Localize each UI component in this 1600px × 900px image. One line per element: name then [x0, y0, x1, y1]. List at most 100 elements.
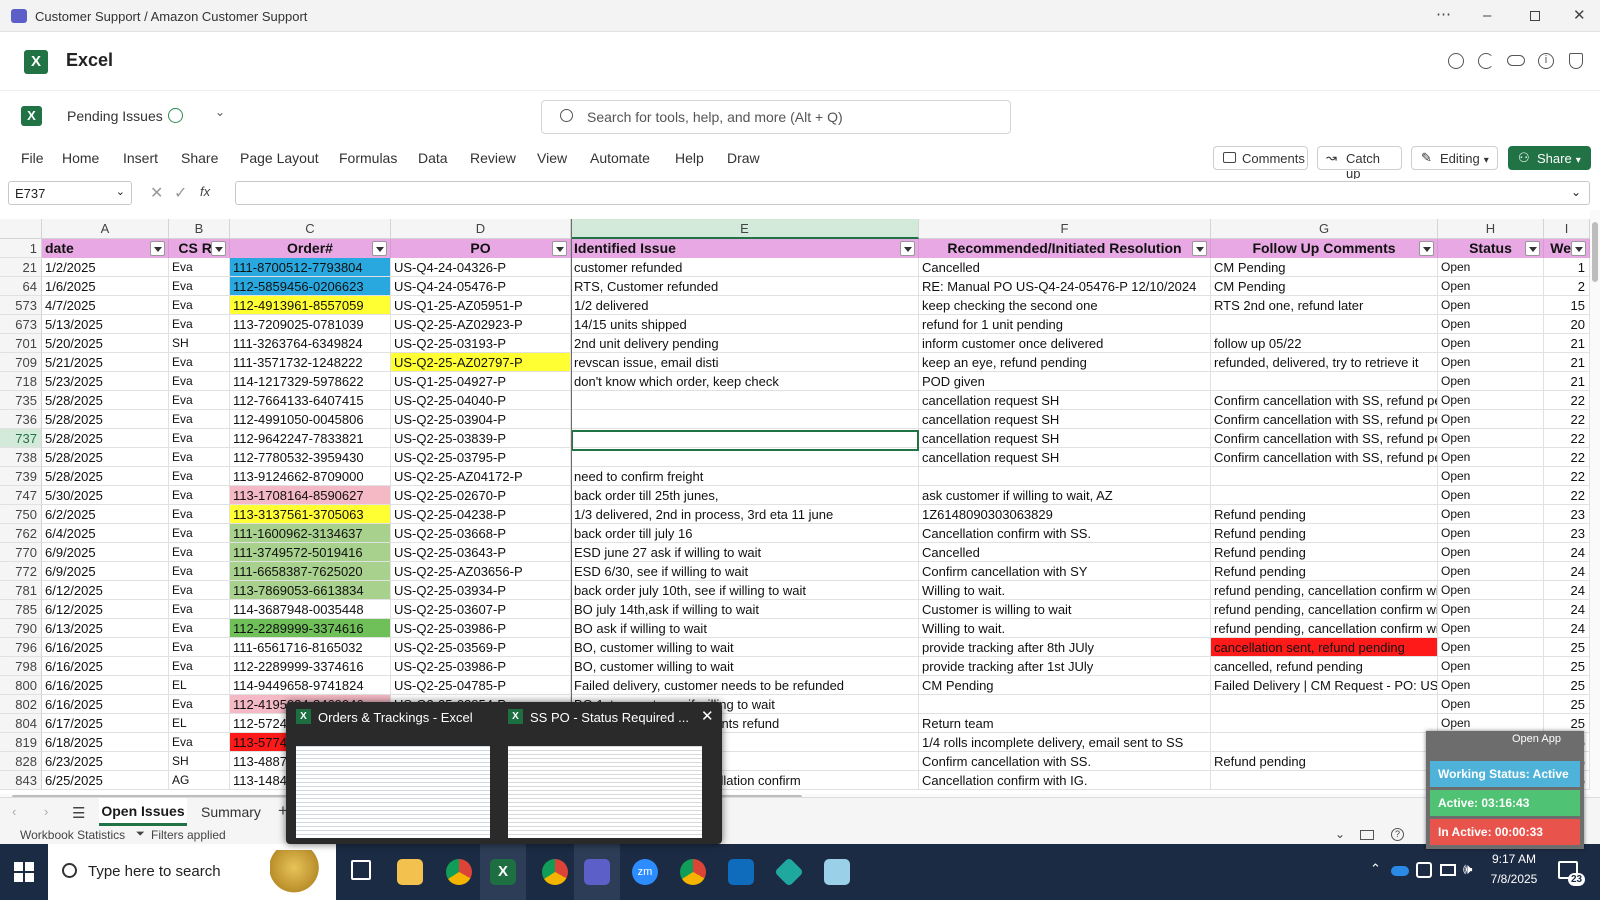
chevron-down-icon[interactable]: ⌄	[215, 105, 225, 119]
table-cell[interactable]: 6/16/2025	[42, 695, 169, 714]
table-cell[interactable]: SH	[169, 752, 230, 771]
table-cell[interactable]: BO, customer willing to wait	[571, 657, 919, 676]
table-cell[interactable]: 24	[1544, 581, 1590, 600]
insert-function-icon[interactable]: fx	[200, 184, 210, 199]
table-cell[interactable]: 24	[1544, 543, 1590, 562]
table-cell[interactable]: US-Q2-25-03607-P	[391, 600, 571, 619]
table-cell[interactable]: Open	[1438, 296, 1544, 315]
table-cell[interactable]: back order till 25th junes,	[571, 486, 919, 505]
column-header-a[interactable]: A	[42, 219, 169, 239]
table-cell[interactable]	[1211, 733, 1438, 752]
vertical-scroll-thumb[interactable]	[1592, 222, 1598, 282]
table-cell[interactable]: US-Q1-25-AZ05951-P	[391, 296, 571, 315]
table-cell[interactable]	[1211, 372, 1438, 391]
table-cell[interactable]: 113-1708164-8590627	[230, 486, 391, 505]
table-cell[interactable]: customer refunded	[571, 258, 919, 277]
table-cell[interactable]: BO ask if willing to wait	[571, 619, 919, 638]
filter-dropdown-icon[interactable]	[1419, 241, 1434, 256]
filter-dropdown-icon[interactable]	[1525, 241, 1540, 256]
table-cell[interactable]: RTS, Customer refunded	[571, 277, 919, 296]
table-cell[interactable]: US-Q2-25-03986-P	[391, 657, 571, 676]
table-cell[interactable]: 5/28/2025	[42, 429, 169, 448]
table-cell[interactable]: US-Q4-24-04326-P	[391, 258, 571, 277]
minimize-icon[interactable]: –	[1483, 7, 1491, 24]
table-cell[interactable]: 1/4 rolls incomplete delivery, email sen…	[919, 733, 1211, 752]
table-cell[interactable]: US-Q2-25-03795-P	[391, 448, 571, 467]
table-cell[interactable]: AG	[169, 771, 230, 790]
table-cell[interactable]: US-Q2-25-02670-P	[391, 486, 571, 505]
table-cell[interactable]: Customer is willing to wait	[919, 600, 1211, 619]
next-sheet-icon[interactable]: ›	[44, 804, 48, 819]
table-cell[interactable]	[1211, 315, 1438, 334]
menu-file[interactable]: File	[21, 150, 44, 166]
table-cell[interactable]: RTS 2nd one, refund later	[1211, 296, 1438, 315]
table-cell[interactable]: CM Pending	[919, 676, 1211, 695]
table-cell[interactable]: 111-6658387-7625020	[230, 562, 391, 581]
table-cell[interactable]: US-Q2-25-03643-P	[391, 543, 571, 562]
table-cell[interactable]: Open	[1438, 410, 1544, 429]
table-cell[interactable]: CM Pending	[1211, 277, 1438, 296]
table-cell[interactable]: Eva	[169, 581, 230, 600]
table-cell[interactable]: cancellation request SH	[919, 391, 1211, 410]
row-header[interactable]: 21	[0, 258, 42, 277]
table-cell[interactable]: Open	[1438, 600, 1544, 619]
sheet-tab-open-issues[interactable]: Open Issues	[99, 798, 187, 826]
chevron-down-icon[interactable]: ⌄	[1335, 827, 1345, 841]
preview-thumbnail-1[interactable]	[296, 746, 490, 838]
filter-dropdown-icon[interactable]	[372, 241, 387, 256]
filter-dropdown-icon[interactable]	[1192, 241, 1207, 256]
link-icon[interactable]	[1507, 55, 1525, 66]
table-cell[interactable]: US-Q2-25-AZ02923-P	[391, 315, 571, 334]
menu-view[interactable]: View	[537, 150, 567, 166]
onedrive-icon[interactable]	[1391, 866, 1409, 876]
table-cell[interactable]: RE: Manual PO US-Q4-24-05476-P 12/10/202…	[919, 277, 1211, 296]
table-cell[interactable]: US-Q2-25-04040-P	[391, 391, 571, 410]
table-cell[interactable]: Open	[1438, 581, 1544, 600]
table-cell[interactable]: Confirm cancellation with SS, refund pen…	[1211, 410, 1438, 429]
table-cell[interactable]: 5/28/2025	[42, 410, 169, 429]
document-name[interactable]: Pending Issues	[67, 108, 163, 124]
table-cell[interactable]: CM Pending	[1211, 258, 1438, 277]
row-header[interactable]: 1	[0, 239, 42, 258]
table-cell[interactable]: Confirm cancellation with SS.	[919, 752, 1211, 771]
table-cell[interactable]: 6/16/2025	[42, 676, 169, 695]
shield-icon[interactable]	[1569, 53, 1583, 69]
filter-dropdown-icon[interactable]	[552, 241, 567, 256]
table-cell[interactable]: US-Q2-25-03569-P	[391, 638, 571, 657]
table-cell[interactable]: Eva	[169, 600, 230, 619]
row-header[interactable]: 736	[0, 410, 42, 429]
row-header[interactable]: 64	[0, 277, 42, 296]
table-cell[interactable]: cancellation request SH	[919, 448, 1211, 467]
table-cell[interactable]: 5/28/2025	[42, 448, 169, 467]
table-cell[interactable]: Eva	[169, 277, 230, 296]
table-cell[interactable]: Refund pending	[1211, 562, 1438, 581]
open-app-link[interactable]: Open App	[1512, 733, 1561, 745]
table-cell[interactable]: 21	[1544, 334, 1590, 353]
table-cell[interactable]: Open	[1438, 372, 1544, 391]
chrome-icon[interactable]	[446, 859, 472, 885]
table-cell[interactable]: 14/15 units shipped	[571, 315, 919, 334]
table-cell[interactable]: US-Q2-25-03904-P	[391, 410, 571, 429]
table-cell[interactable]: 22	[1544, 448, 1590, 467]
column-header-h[interactable]: H	[1438, 219, 1544, 239]
table-cell[interactable]: 24	[1544, 562, 1590, 581]
row-header[interactable]: 819	[0, 733, 42, 752]
table-cell[interactable]: 6/25/2025	[42, 771, 169, 790]
table-cell[interactable]: 25	[1544, 657, 1590, 676]
row-header[interactable]: 828	[0, 752, 42, 771]
table-cell[interactable]: Refund pending	[1211, 752, 1438, 771]
table-cell[interactable]: 114-3687948-0035448	[230, 600, 391, 619]
column-header-b[interactable]: B	[169, 219, 230, 239]
column-header-f[interactable]: F	[919, 219, 1211, 239]
teams-icon[interactable]	[584, 859, 610, 885]
table-cell[interactable]: 6/4/2025	[42, 524, 169, 543]
row-header[interactable]: 804	[0, 714, 42, 733]
row-header[interactable]: 737	[0, 429, 42, 448]
filter-dropdown-icon[interactable]	[1571, 241, 1586, 256]
table-cell[interactable]	[919, 467, 1211, 486]
table-cell[interactable]: 22	[1544, 429, 1590, 448]
column-header-e[interactable]: E	[571, 219, 919, 239]
chat-icon[interactable]	[1448, 53, 1464, 69]
table-cell[interactable]: cancellation sent, refund pending	[1211, 638, 1438, 657]
table-cell[interactable]: Cancellation confirm with IG.	[919, 771, 1211, 790]
